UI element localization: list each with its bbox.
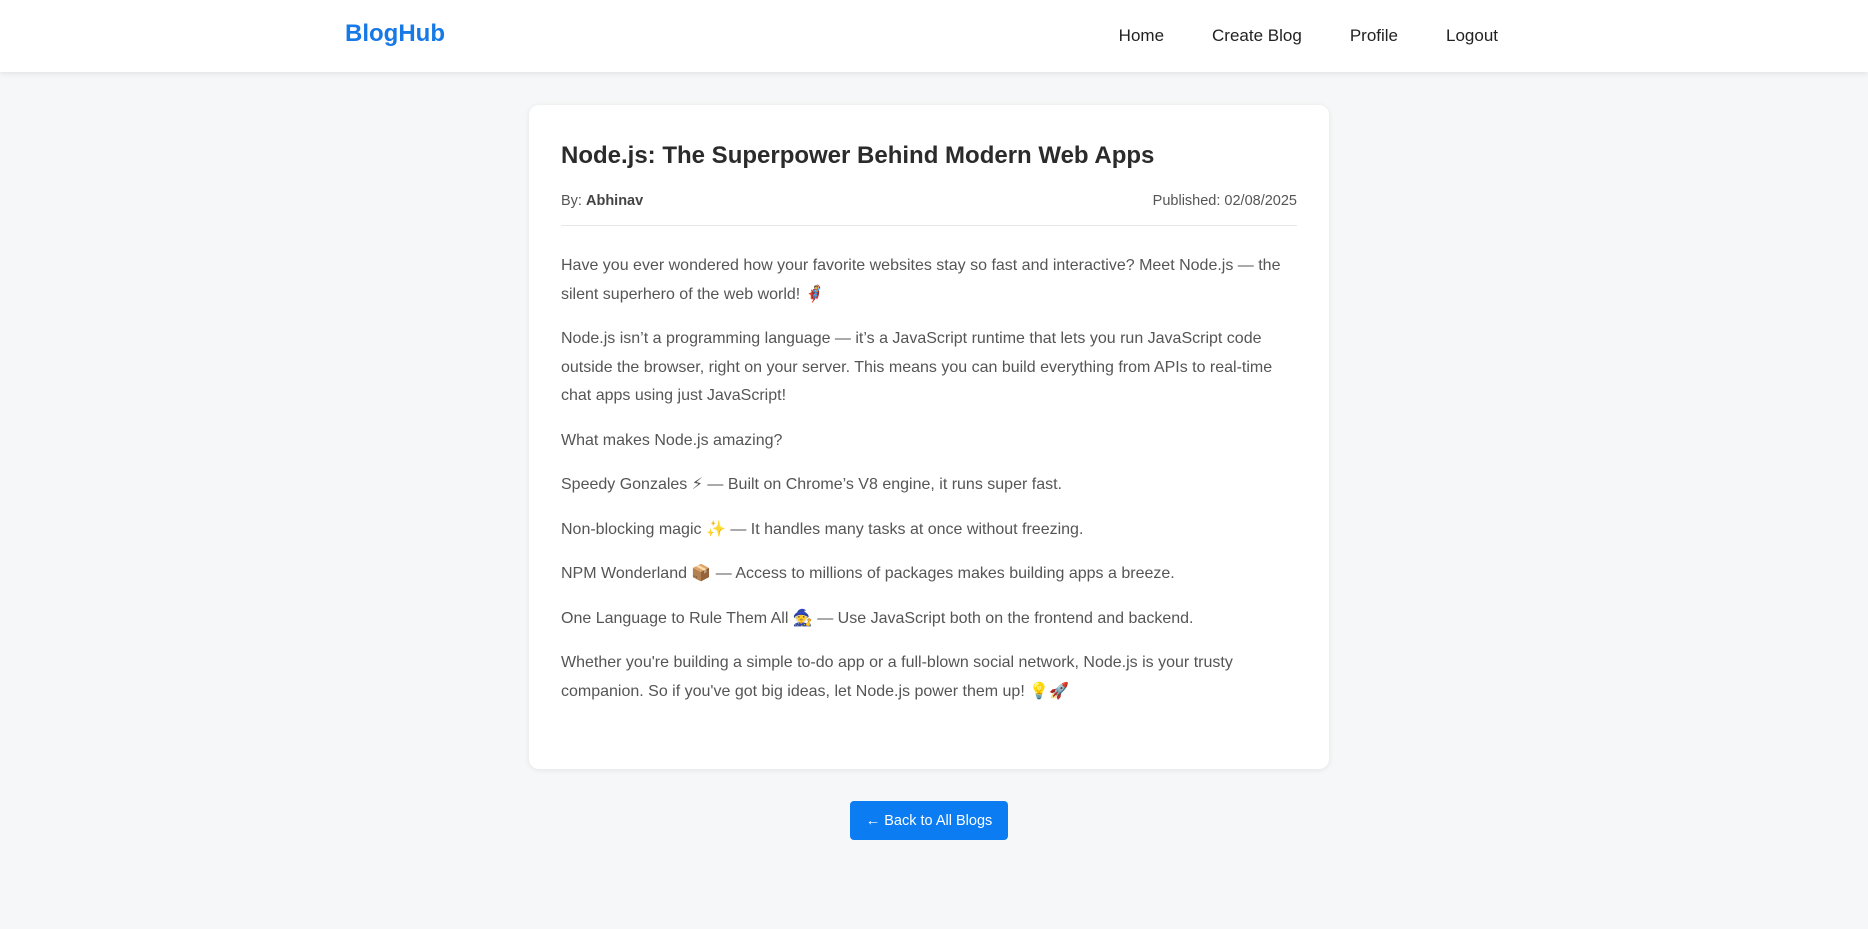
top-navbar: BlogHub Home Create Blog Profile Logout bbox=[0, 0, 1868, 72]
post-paragraph: One Language to Rule Them All 🧙 — Use Ja… bbox=[561, 609, 1194, 627]
back-to-all-blogs-button[interactable]: ← Back to All Blogs bbox=[850, 801, 1008, 840]
post-title: Node.js: The Superpower Behind Modern We… bbox=[561, 142, 1155, 169]
post-paragraph: Whether you're building a simple to-do a… bbox=[561, 654, 1233, 700]
post-meta: By: Abhinav Published: 02/08/2025 bbox=[561, 193, 1297, 226]
author-prefix: By: bbox=[561, 193, 582, 209]
post-paragraph: Node.js isn’t a programming language — i… bbox=[561, 330, 1273, 404]
post-paragraph: Speedy Gonzales ⚡ — Built on Chrome’s V8… bbox=[561, 476, 1062, 493]
post-content: Have you ever wondered how your favorite… bbox=[561, 252, 1297, 706]
brand-logo-link[interactable]: BlogHub bbox=[345, 20, 445, 48]
post-paragraph: What makes Node.js amazing? bbox=[561, 431, 783, 449]
nav-link-profile[interactable]: Profile bbox=[1350, 26, 1398, 46]
nav-links: Home Create Blog Profile Logout bbox=[1119, 0, 1498, 72]
nav-link-home[interactable]: Home bbox=[1119, 26, 1164, 46]
post-published-date: Published: 02/08/2025 bbox=[1152, 193, 1297, 209]
blog-post-card: Node.js: The Superpower Behind Modern We… bbox=[529, 105, 1329, 769]
post-author: By: Abhinav bbox=[561, 193, 643, 209]
post-paragraph: Non-blocking magic ✨ — It handles many t… bbox=[561, 520, 1084, 538]
nav-link-logout[interactable]: Logout bbox=[1446, 26, 1498, 46]
nav-link-create-blog[interactable]: Create Blog bbox=[1212, 26, 1302, 46]
author-name: Abhinav bbox=[585, 193, 644, 209]
post-paragraph: Have you ever wondered how your favorite… bbox=[561, 257, 1281, 303]
post-paragraph: NPM Wonderland 📦 — Access to millions of… bbox=[561, 565, 1175, 582]
